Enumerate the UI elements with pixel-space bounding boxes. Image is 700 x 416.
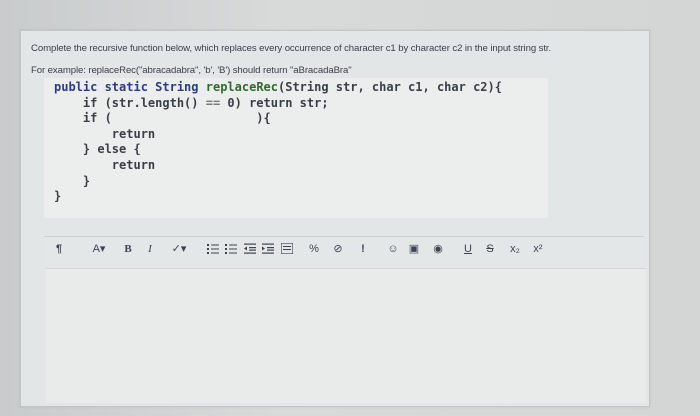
numbered-list-icon <box>225 244 237 254</box>
unlink-button[interactable]: ⊘ <box>331 240 345 258</box>
question-prompt: Complete the recursive function below, w… <box>31 43 552 54</box>
underline-button[interactable]: U <box>462 240 474 258</box>
link-button[interactable]: % <box>308 240 320 258</box>
insert-image-button[interactable]: ▣ <box>407 240 421 258</box>
important-button[interactable]: ! <box>358 240 368 258</box>
bold-button[interactable]: B <box>122 240 134 258</box>
code-token: if (str.length() <box>54 95 206 110</box>
code-token: replaceRec <box>198 80 278 94</box>
highlight-button[interactable]: ✓▾ <box>168 240 190 258</box>
code-token: == <box>205 95 221 110</box>
numbered-list-button[interactable] <box>224 240 238 258</box>
answer-editor[interactable] <box>46 268 646 403</box>
indent-icon <box>262 243 274 254</box>
subscript-button[interactable]: x₂ <box>507 240 523 258</box>
code-line: if ( ){ <box>54 111 271 126</box>
emoji-button[interactable]: ☺ <box>386 240 400 258</box>
bulleted-list-button[interactable] <box>206 240 220 258</box>
font-color-button[interactable]: A▾ <box>88 240 110 258</box>
code-token: public static <box>54 80 156 94</box>
italic-button[interactable]: I <box>144 240 156 258</box>
outdent-icon <box>244 243 256 254</box>
indent-button[interactable] <box>261 240 275 258</box>
superscript-button[interactable]: x² <box>530 240 546 258</box>
question-text: Complete the recursive function below, w… <box>31 38 631 82</box>
code-line: } <box>54 173 91 188</box>
code-line: } <box>54 189 62 204</box>
code-line: } else { <box>54 142 141 157</box>
strikethrough-button[interactable]: S <box>484 240 496 258</box>
paragraph-button[interactable]: ¶ <box>52 240 66 258</box>
align-button[interactable] <box>280 240 294 258</box>
code-token: 0) return str; <box>220 95 329 110</box>
code-line: return <box>54 126 156 141</box>
outdent-button[interactable] <box>243 240 257 258</box>
code-block: public static String replaceRec(String s… <box>54 80 502 205</box>
align-icon <box>281 243 293 254</box>
code-line: return <box>54 157 156 172</box>
bulleted-list-icon <box>207 244 219 254</box>
code-token: String <box>155 80 199 94</box>
code-token: (String str, char c1, char c2){ <box>278 80 502 94</box>
record-button[interactable]: ◉ <box>431 240 445 258</box>
